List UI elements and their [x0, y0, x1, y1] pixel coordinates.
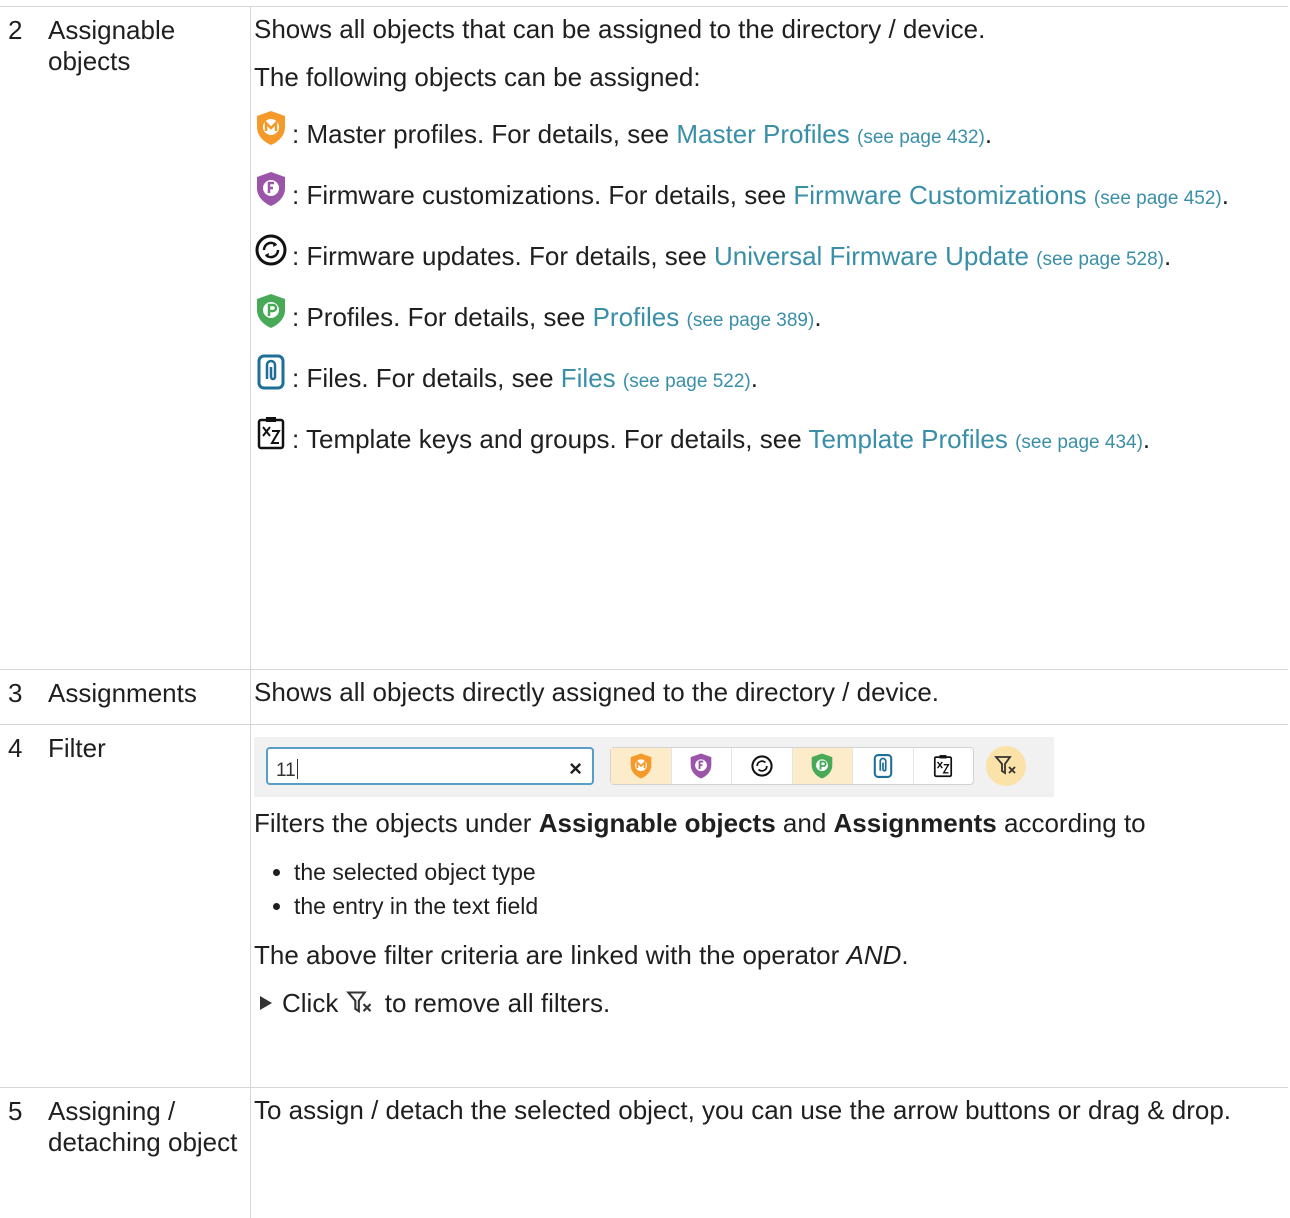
- column-divider: [250, 1088, 251, 1218]
- page-ref[interactable]: (see page 452): [1094, 188, 1222, 209]
- firmware-update-icon: [751, 755, 773, 777]
- item-text: : Firmware customizations. For details, …: [292, 180, 794, 210]
- file-icon: [254, 353, 288, 398]
- firmware-customizations-link[interactable]: Firmware Customizations: [793, 180, 1086, 210]
- description-table: 2 Assignable objects Shows all objects t…: [0, 6, 1288, 1218]
- clear-filter-icon: [994, 756, 1016, 775]
- filter-template-button[interactable]: [914, 748, 974, 784]
- intro2-text: The following objects can be assigned:: [254, 62, 701, 92]
- page-ref[interactable]: (see page 434): [1015, 432, 1143, 453]
- row-label: Assigning / detaching object: [48, 1096, 238, 1157]
- item-text: : Template keys and groups. For details,…: [292, 424, 809, 454]
- column-divider: [250, 670, 251, 724]
- row-description: Shows all objects that can be assigned t…: [254, 13, 1280, 475]
- bold-assignable-objects: Assignable objects: [538, 808, 776, 838]
- list-item: : Firmware customizations. For details, …: [254, 170, 1280, 215]
- list-item: the selected object type: [294, 855, 1280, 889]
- clear-all-filters-button[interactable]: [986, 746, 1026, 786]
- page-ref[interactable]: (see page 432): [857, 127, 985, 148]
- files-link[interactable]: Files: [561, 363, 616, 393]
- template-icon: [934, 755, 953, 778]
- clear-filter-icon: [345, 990, 374, 1023]
- table-row-assigning: 5 Assigning / detaching object To assign…: [0, 1088, 1288, 1218]
- master-profile-icon: [630, 753, 652, 779]
- search-input[interactable]: 11 ×: [266, 747, 594, 785]
- table-row-assignments: 3 Assignments Shows all objects directly…: [0, 670, 1288, 725]
- template-icon: [254, 414, 288, 459]
- row-number: 4: [8, 733, 23, 763]
- firmware-update-icon: [254, 231, 288, 276]
- search-value: 11: [276, 759, 298, 781]
- firmware-customization-icon: [690, 753, 712, 779]
- step-arrow-icon: [260, 996, 272, 1010]
- row-label: Assignments: [48, 678, 197, 708]
- row-number: 3: [8, 678, 23, 708]
- row-description: 11 × Filters the objects under Assignabl…: [254, 731, 1280, 1039]
- item-text: : Firmware updates. For details, see: [292, 241, 714, 271]
- item-text: : Profiles. For details, see: [292, 302, 593, 332]
- bold-assignments: Assignments: [833, 808, 997, 838]
- filter-firmware-update-button[interactable]: [732, 748, 793, 784]
- row-number: 2: [8, 15, 23, 45]
- operator-text: The above filter criteria are linked wit…: [254, 940, 909, 970]
- intro-text: Shows all objects that can be assigned t…: [254, 14, 986, 44]
- list-item: : Template keys and groups. For details,…: [254, 414, 1280, 459]
- row-number: 5: [8, 1096, 23, 1126]
- table-row-assignable-objects: 2 Assignable objects Shows all objects t…: [0, 7, 1288, 670]
- row-label: Assignable objects: [48, 15, 176, 76]
- profile-icon: [811, 753, 833, 779]
- operator-and: AND: [846, 940, 902, 970]
- profiles-link[interactable]: Profiles: [593, 302, 680, 332]
- object-type-filter-group: [610, 747, 974, 785]
- row-label: Filter: [48, 733, 106, 763]
- list-item: : Profiles. For details, see Profiles (s…: [254, 292, 1280, 337]
- filter-file-button[interactable]: [853, 748, 914, 784]
- page-ref[interactable]: (see page 389): [687, 310, 815, 331]
- filter-master-profile-button[interactable]: [611, 748, 672, 784]
- filter-toolbar-screenshot: 11 ×: [254, 737, 1054, 797]
- page-ref[interactable]: (see page 528): [1036, 249, 1164, 270]
- table-row-filter: 4 Filter 11 × Filters the objects under …: [0, 725, 1288, 1088]
- filter-explanation: Filters the objects under Assignable obj…: [254, 808, 1146, 838]
- template-profiles-link[interactable]: Template Profiles: [808, 424, 1007, 454]
- master-profile-icon: [254, 109, 288, 154]
- file-icon: [873, 754, 892, 778]
- page-ref[interactable]: (see page 522): [623, 371, 751, 392]
- clear-search-button[interactable]: ×: [569, 753, 582, 785]
- profile-icon: [254, 292, 288, 337]
- instruction-step: Click to remove all filters.: [254, 987, 1280, 1023]
- filter-profile-button[interactable]: [792, 748, 853, 784]
- item-text: : Files. For details, see: [292, 363, 561, 393]
- column-divider: [250, 7, 251, 669]
- master-profiles-link[interactable]: Master Profiles: [676, 119, 849, 149]
- column-divider: [250, 725, 251, 1087]
- list-item: : Files. For details, see Files (see pag…: [254, 353, 1280, 398]
- list-item: : Firmware updates. For details, see Uni…: [254, 231, 1280, 276]
- list-item: the entry in the text field: [294, 889, 1280, 923]
- row-description: To assign / detach the selected object, …: [254, 1095, 1232, 1125]
- list-item: : Master profiles. For details, see Mast…: [254, 109, 1280, 154]
- row-description: Shows all objects directly assigned to t…: [254, 677, 940, 707]
- universal-firmware-update-link[interactable]: Universal Firmware Update: [714, 241, 1029, 271]
- filter-firmware-customization-button[interactable]: [672, 748, 732, 784]
- firmware-customization-icon: [254, 170, 288, 215]
- filter-criteria-list: the selected object type the entry in th…: [254, 855, 1280, 923]
- item-text: : Master profiles. For details, see: [292, 119, 677, 149]
